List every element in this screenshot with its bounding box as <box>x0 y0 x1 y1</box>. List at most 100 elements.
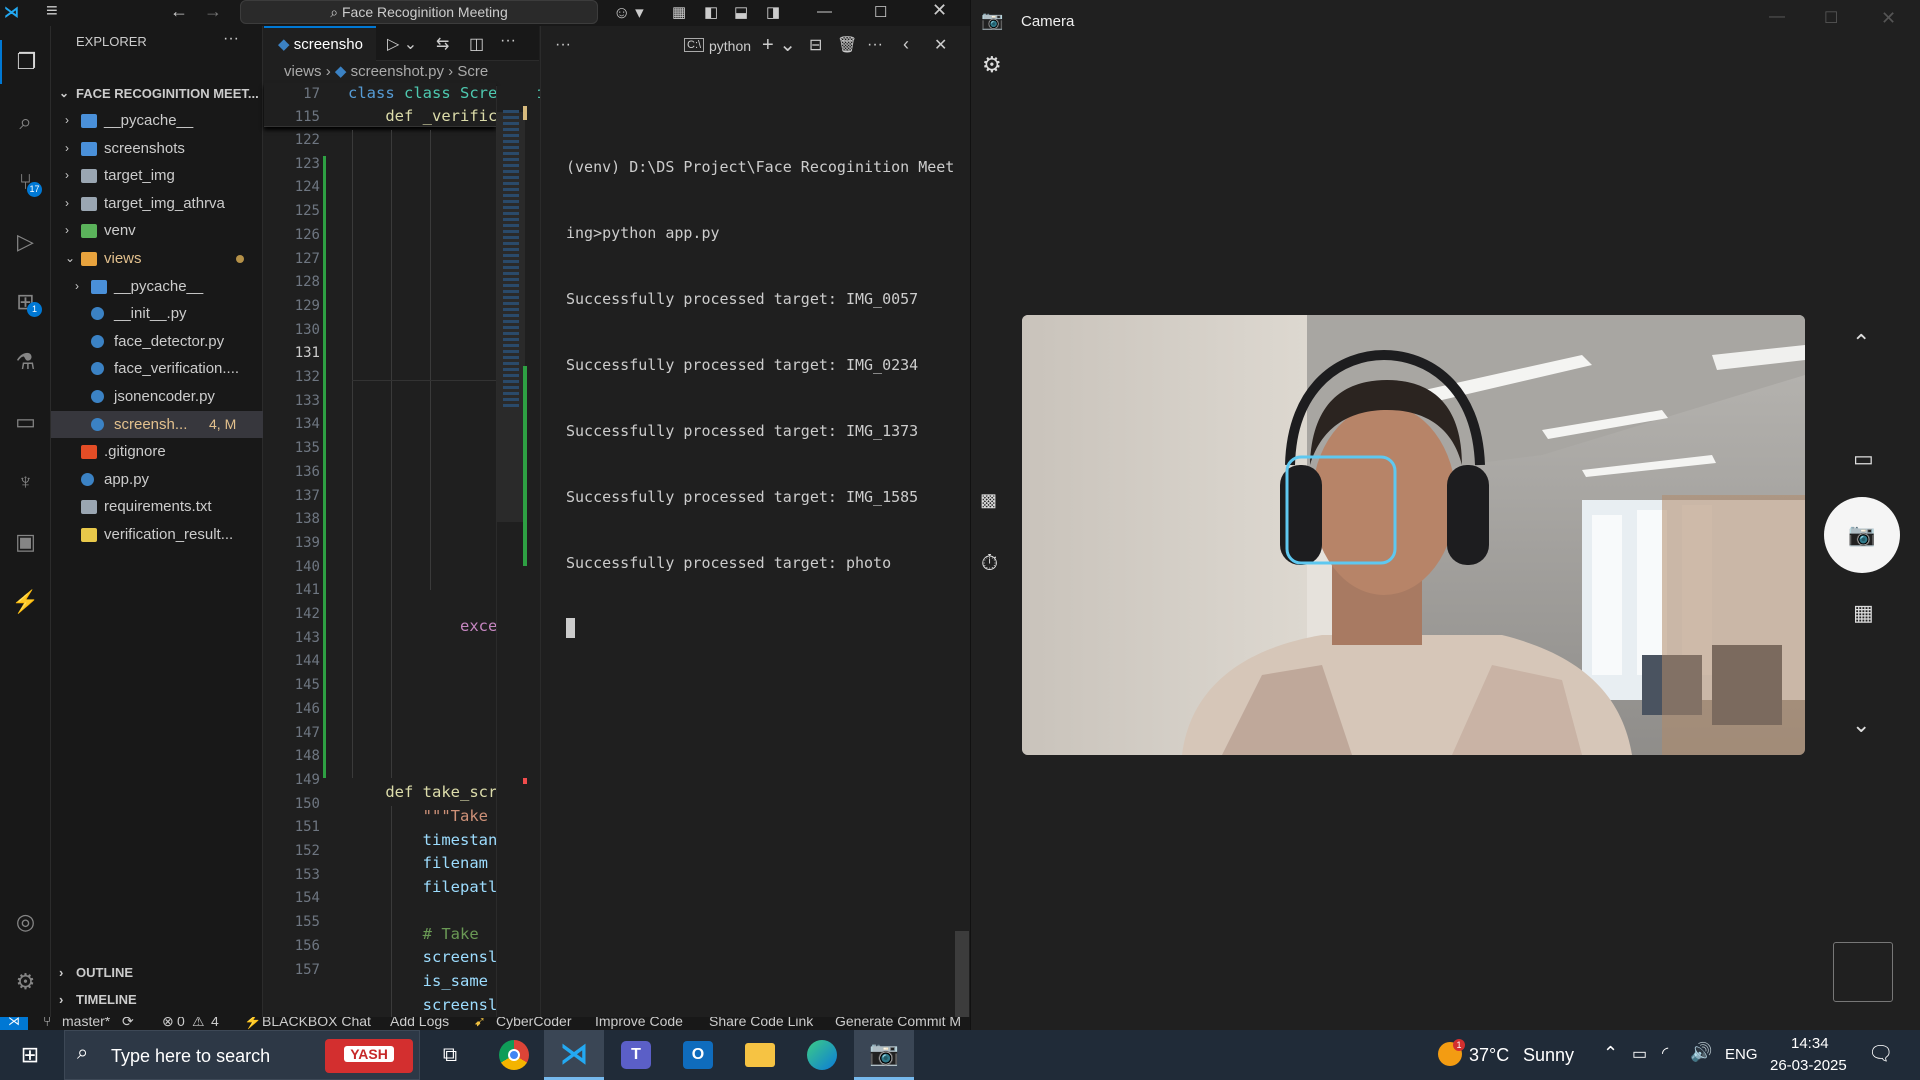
new-terminal-icon[interactable]: + ⌄ <box>762 32 796 57</box>
camera-taskbar-icon[interactable]: 📷 <box>854 1030 914 1080</box>
vscode-taskbar-icon[interactable]: ⋊ <box>544 1030 604 1080</box>
code-line[interactable]: timestan <box>348 831 498 849</box>
status-item[interactable]: CyberCoder <box>496 1017 571 1029</box>
status-item[interactable]: BLACKBOX Chat <box>262 1017 371 1029</box>
code-line[interactable]: exce <box>348 617 497 635</box>
run-debug-icon[interactable]: ▷ <box>0 220 51 264</box>
code-line[interactable]: filenam <box>348 854 488 872</box>
tree-item[interactable]: jsonencoder.py <box>51 383 263 411</box>
notifications-icon[interactable]: 🗨 <box>1868 1041 1893 1066</box>
breadcrumb-symbol[interactable]: Scre <box>457 63 488 80</box>
tree-item[interactable]: .gitignore <box>51 438 263 466</box>
tree-item[interactable]: requirements.txt <box>51 493 263 521</box>
take-photo-button[interactable]: 📷 <box>1824 497 1900 573</box>
tree-item[interactable]: verification_result... <box>51 521 263 549</box>
more-actions-icon[interactable]: ··· <box>223 30 239 48</box>
outlook-icon[interactable]: O <box>668 1030 728 1080</box>
yash-search-highlight[interactable]: YASH <box>325 1039 413 1073</box>
battery-icon[interactable]: ▭ <box>1632 1044 1647 1064</box>
sticky-line-text[interactable]: def _verific <box>348 107 497 125</box>
minimize-icon[interactable]: — <box>1769 8 1785 26</box>
toggle-primary-sidebar-icon[interactable]: ◧ <box>704 3 718 21</box>
weather-text[interactable]: Sunny <box>1523 1045 1574 1066</box>
weather-temp[interactable]: 37°C <box>1469 1045 1509 1066</box>
manage-gear-icon[interactable]: ⚙ <box>0 960 51 1004</box>
hdr-off-icon[interactable]: ▩ <box>980 490 997 511</box>
wifi-icon[interactable]: ◜ <box>1662 1043 1668 1063</box>
terminal-output[interactable]: (venv) D:\DS Project\Face Recoginition M… <box>566 112 966 682</box>
status-item[interactable]: Share Code Link <box>709 1017 813 1029</box>
clock-date[interactable]: 26-03-2025 <box>1770 1057 1847 1074</box>
back-arrow-icon[interactable]: ← <box>170 1 188 22</box>
forward-arrow-icon[interactable]: → <box>204 1 222 22</box>
terminal-profile-label[interactable]: python <box>709 38 751 54</box>
close-icon[interactable]: ✕ <box>932 0 947 21</box>
timeline-section[interactable]: › TIMELINE <box>51 987 263 1013</box>
chevron-up-icon[interactable]: ⌃ <box>1852 330 1870 356</box>
code-line[interactable]: def take_scr <box>348 783 497 801</box>
file-explorer-icon[interactable] <box>730 1030 790 1080</box>
split-editor-icon[interactable]: ◫ <box>469 34 484 54</box>
source-control-icon[interactable]: ⑂ 17 <box>0 160 51 204</box>
code-line[interactable]: filepatl <box>348 878 498 896</box>
branch-label[interactable]: master* <box>62 1017 110 1029</box>
code-line[interactable]: screensl <box>348 996 498 1014</box>
extensions-icon[interactable]: ⊞ 1 <box>0 280 51 324</box>
teams-icon[interactable]: T <box>606 1030 666 1080</box>
code-line[interactable]: screensl <box>348 948 498 966</box>
minimap[interactable] <box>496 86 538 1018</box>
tree-item[interactable]: ⌄ views <box>51 245 263 273</box>
run-python-icon[interactable]: ▷ ⌄ <box>387 34 417 54</box>
more-actions-icon[interactable]: ··· <box>555 36 571 54</box>
breadcrumb-file[interactable]: screenshot.py <box>351 63 444 80</box>
python-icon[interactable]: ♆ <box>0 460 51 504</box>
explorer-icon[interactable]: ❐ <box>0 40 51 84</box>
menu-icon[interactable]: ≡ <box>46 0 58 23</box>
tree-item[interactable]: › target_img_athrva <box>51 190 263 218</box>
status-item[interactable]: Improve Code <box>595 1017 683 1029</box>
chrome-icon[interactable] <box>484 1030 544 1080</box>
edge-icon[interactable] <box>792 1030 852 1080</box>
status-item[interactable]: Generate Commit M <box>835 1017 961 1029</box>
open-changes-icon[interactable]: ⇆ <box>436 34 449 54</box>
tree-item[interactable]: face_detector.py <box>51 328 263 356</box>
remote-explorer-icon[interactable]: ▭ <box>0 400 51 444</box>
chevron-left-icon[interactable]: ‹ <box>903 34 909 55</box>
clock-time[interactable]: 14:34 <box>1791 1035 1829 1052</box>
breadcrumb-folder[interactable]: views <box>284 63 322 80</box>
qr-code-icon[interactable]: ▦ <box>1853 600 1874 626</box>
split-terminal-icon[interactable]: ⊟ <box>809 35 822 55</box>
video-mode-icon[interactable]: ▭ <box>1853 446 1874 472</box>
status-item[interactable]: Add Logs <box>390 1017 449 1029</box>
tree-item[interactable]: app.py <box>51 466 263 494</box>
start-button[interactable]: ⊞ <box>0 1030 60 1080</box>
command-center[interactable]: ⌕ Face Recoginition Meeting <box>240 0 598 24</box>
copilot-icon[interactable]: ☺ ▾ <box>613 3 644 23</box>
search-icon[interactable]: ⌕ <box>0 100 51 144</box>
task-view-icon[interactable]: ⧉ <box>420 1030 480 1080</box>
camera-settings-gear-icon[interactable]: ⚙ <box>982 52 1002 78</box>
maximize-icon[interactable]: ☐ <box>874 3 887 21</box>
gallery-thumbnail[interactable] <box>1833 942 1893 1002</box>
minimize-icon[interactable]: — <box>817 3 832 20</box>
language-indicator[interactable]: ENG <box>1725 1046 1758 1063</box>
tree-item[interactable]: face_verification.... <box>51 355 263 383</box>
customize-layout-icon[interactable]: ▦ <box>672 3 686 21</box>
show-hidden-icons-chevron-icon[interactable]: ⌃ <box>1603 1043 1618 1064</box>
code-line[interactable]: """Take <box>348 807 488 825</box>
tree-item[interactable]: › venv <box>51 217 263 245</box>
testing-icon[interactable]: ⚗ <box>0 340 51 384</box>
more-actions-icon[interactable]: ··· <box>500 32 516 50</box>
tree-item[interactable]: › __pycache__ <box>51 273 263 301</box>
maximize-icon[interactable]: ☐ <box>1824 8 1838 28</box>
taskbar-search-box[interactable]: ⌕ Type here to search YASH <box>64 1030 420 1080</box>
tree-item[interactable]: › screenshots <box>51 135 263 163</box>
tree-item[interactable]: › target_img <box>51 162 263 190</box>
close-panel-icon[interactable]: ✕ <box>934 35 947 55</box>
tab-screenshot-py[interactable]: ◆ screensho <box>264 26 376 61</box>
chat-icon[interactable]: ▣ <box>0 520 51 564</box>
tree-item[interactable]: screensh... 4, M <box>51 410 263 439</box>
blackbox-icon[interactable]: ⚡ <box>0 580 51 624</box>
code-line[interactable]: # Take <box>348 925 488 943</box>
toggle-secondary-sidebar-icon[interactable]: ◨ <box>766 3 780 21</box>
